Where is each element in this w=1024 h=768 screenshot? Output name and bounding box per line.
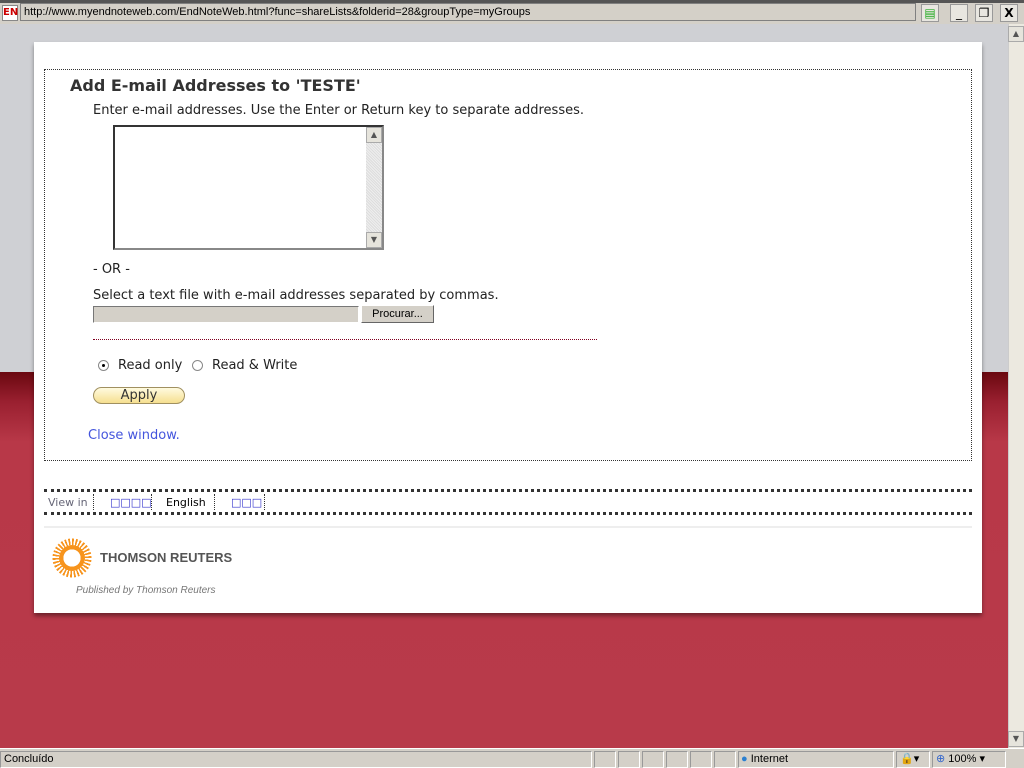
status-cell — [594, 751, 616, 768]
read-write-radio[interactable] — [192, 360, 203, 371]
minimize-button[interactable]: _ — [950, 4, 968, 22]
browse-button[interactable]: Procurar... — [361, 305, 434, 323]
zoom-level: 100% — [948, 753, 977, 765]
divider — [214, 494, 215, 510]
status-bar: Concluído ● Internet 🔒▾ ⊕ 100% ▾ — [0, 748, 1024, 768]
status-cell — [666, 751, 688, 768]
zone-label: Internet — [750, 753, 789, 765]
textarea-scrollbar[interactable] — [366, 127, 382, 248]
page-scrollbar[interactable] — [1008, 24, 1024, 748]
read-only-radio[interactable] — [98, 360, 109, 371]
instructions: Enter e-mail addresses. Use the Enter or… — [93, 103, 584, 118]
view-in-label: View in — [48, 496, 88, 509]
status-text: Concluído — [0, 751, 592, 768]
scroll-up-icon[interactable]: ▲ — [1008, 26, 1024, 42]
compatibility-icon[interactable]: ▤ — [921, 4, 939, 22]
scroll-down-icon[interactable]: ▼ — [1008, 731, 1024, 747]
language-current: English — [166, 496, 206, 509]
divider — [264, 494, 265, 510]
protected-mode-icon[interactable]: 🔒▾ — [896, 751, 930, 768]
restore-button[interactable]: ❐ — [975, 4, 993, 22]
zone-cell: ● Internet — [738, 751, 894, 768]
published-by: Published by Thomson Reuters — [76, 585, 216, 596]
status-cell — [642, 751, 664, 768]
endnote-favicon-icon: EN — [2, 5, 18, 21]
read-only-label: Read only — [118, 358, 183, 373]
textarea-scroll-down-icon[interactable]: ▼ — [366, 232, 382, 248]
divider — [93, 494, 94, 510]
language-link[interactable]: □□□□ — [110, 496, 152, 509]
zoom-icon: ⊕ — [936, 753, 946, 765]
status-cell — [690, 751, 712, 768]
status-cell — [714, 751, 736, 768]
brand-name: THOMSON REUTERS — [100, 550, 233, 565]
dialog-title: Add E-mail Addresses to 'TESTE' — [70, 76, 361, 95]
zoom-control[interactable]: ⊕ 100% ▾ — [932, 751, 1006, 768]
apply-button[interactable]: Apply — [93, 387, 185, 404]
textarea-scroll-up-icon[interactable]: ▲ — [366, 127, 382, 143]
thomson-reuters-logo — [52, 538, 92, 578]
close-window-link[interactable]: Close window. — [88, 428, 180, 443]
email-addresses-textarea[interactable] — [113, 125, 384, 250]
divider — [44, 526, 972, 528]
status-cell — [618, 751, 640, 768]
divider — [93, 339, 597, 340]
url-field[interactable]: http://www.myendnoteweb.com/EndNoteWeb.h… — [20, 3, 916, 21]
read-write-label: Read & Write — [212, 358, 298, 373]
file-label: Select a text file with e-mail addresses… — [93, 288, 499, 303]
file-path-input[interactable] — [93, 306, 359, 323]
language-link[interactable]: □□□ — [231, 496, 262, 509]
close-button[interactable]: X — [1000, 4, 1018, 22]
globe-icon: ● — [741, 753, 748, 765]
divider — [151, 494, 152, 510]
or-label: - OR - — [93, 262, 130, 277]
